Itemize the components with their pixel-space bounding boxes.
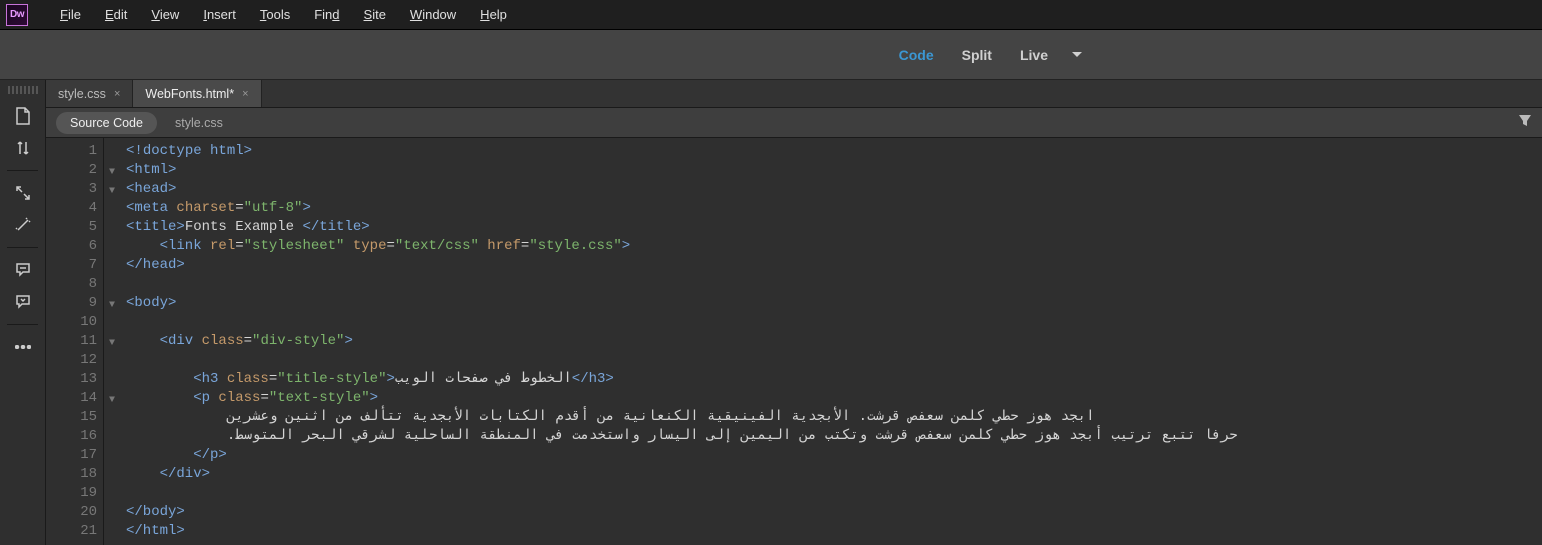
line-number: 5 (46, 218, 101, 237)
related-file-stylecss[interactable]: style.css (175, 116, 223, 130)
code-line: <body> (126, 294, 1542, 313)
view-tab-split[interactable]: Split (950, 41, 1004, 69)
fold-icon[interactable]: ▼ (109, 334, 115, 353)
code-line: </p> (126, 446, 1542, 465)
line-number: 11▼ (46, 332, 101, 351)
rail-separator (7, 170, 39, 171)
menu-view[interactable]: View (139, 0, 191, 29)
menu-insert[interactable]: Insert (191, 0, 248, 29)
code-line: <html> (126, 161, 1542, 180)
close-icon[interactable]: × (242, 88, 248, 100)
line-number: 7 (46, 256, 101, 275)
line-number: 12 (46, 351, 101, 370)
menu-bar: Dw File Edit View Insert Tools Find Site… (0, 0, 1542, 30)
code-line (126, 313, 1542, 332)
collapse-icon[interactable] (9, 288, 37, 316)
line-number: 1 (46, 142, 101, 161)
code-line (126, 351, 1542, 370)
fold-icon[interactable]: ▼ (109, 296, 115, 315)
code-line: <link rel="stylesheet" type="text/css" h… (126, 237, 1542, 256)
code-line: <h3 class="title-style">الخطوط في صفحات … (126, 370, 1542, 389)
line-number: 19 (46, 484, 101, 503)
file-tab-label: style.css (58, 87, 106, 101)
source-code-pill[interactable]: Source Code (56, 112, 157, 134)
updown-icon[interactable] (9, 134, 37, 162)
code-line: </body> (126, 503, 1542, 522)
gutter: 1 2▼ 3▼ 4 5 6 7 8 9▼ 10 11▼ 12 13 14▼ 15… (46, 138, 104, 545)
content-area: style.css × WebFonts.html* × Source Code… (0, 80, 1542, 545)
fold-icon[interactable]: ▼ (109, 391, 115, 410)
chevron-down-icon[interactable] (1072, 52, 1082, 57)
menu-window[interactable]: Window (398, 0, 468, 29)
app-logo: Dw (6, 4, 28, 26)
line-number: 18 (46, 465, 101, 484)
filter-icon[interactable] (1518, 114, 1532, 131)
source-bar: Source Code style.css (46, 108, 1542, 138)
line-number: 4 (46, 199, 101, 218)
comment-icon[interactable] (9, 256, 37, 284)
line-number: 21 (46, 522, 101, 541)
main-panel: style.css × WebFonts.html* × Source Code… (46, 80, 1542, 545)
code-line: <meta charset="utf-8"> (126, 199, 1542, 218)
code-line: ابجد هوز حطي كلمن سعفص قرشت. الأبجدية ال… (126, 408, 1542, 427)
line-number: 20 (46, 503, 101, 522)
code-line: </head> (126, 256, 1542, 275)
line-number: 6 (46, 237, 101, 256)
code-body[interactable]: <!doctype html> <html> <head> <meta char… (104, 138, 1542, 545)
file-tab-label: WebFonts.html* (145, 87, 234, 101)
expand-icon[interactable] (9, 179, 37, 207)
code-line: </html> (126, 522, 1542, 541)
code-line: </div> (126, 465, 1542, 484)
rail-handle[interactable] (8, 86, 38, 94)
rail-separator (7, 324, 39, 325)
menu-site[interactable]: Site (352, 0, 398, 29)
code-line (126, 484, 1542, 503)
code-line: <div class="div-style"> (126, 332, 1542, 351)
code-line: <!doctype html> (126, 142, 1542, 161)
close-icon[interactable]: × (114, 88, 120, 100)
line-number: 13 (46, 370, 101, 389)
line-number: 9▼ (46, 294, 101, 313)
code-line: .حرفا تتبع ترتيب أبجد هوز حطي كلمن سعفص … (126, 427, 1542, 446)
left-rail (0, 80, 46, 545)
view-tab-live[interactable]: Live (1008, 41, 1060, 69)
more-icon[interactable] (9, 333, 37, 361)
line-number: 16 (46, 427, 101, 446)
code-line: <p class="text-style"> (126, 389, 1542, 408)
file-tab-webfonts[interactable]: WebFonts.html* × (133, 80, 261, 107)
file-tabs: style.css × WebFonts.html* × (46, 80, 1542, 108)
view-tab-code[interactable]: Code (887, 41, 946, 69)
file-tab-stylecss[interactable]: style.css × (46, 80, 133, 107)
view-tabs: Code Split Live (887, 41, 1082, 69)
line-number: 14▼ (46, 389, 101, 408)
menu-tools[interactable]: Tools (248, 0, 302, 29)
menu-find[interactable]: Find (302, 0, 351, 29)
fold-icon[interactable]: ▼ (109, 163, 115, 182)
code-line: <title>Fonts Example </title> (126, 218, 1542, 237)
code-line: <head> (126, 180, 1542, 199)
line-number: 8 (46, 275, 101, 294)
line-number: 17 (46, 446, 101, 465)
menu-edit[interactable]: Edit (93, 0, 139, 29)
menu-help[interactable]: Help (468, 0, 519, 29)
code-line (126, 275, 1542, 294)
code-editor[interactable]: 1 2▼ 3▼ 4 5 6 7 8 9▼ 10 11▼ 12 13 14▼ 15… (46, 138, 1542, 545)
line-number: 2▼ (46, 161, 101, 180)
wand-icon[interactable] (9, 211, 37, 239)
line-number: 15 (46, 408, 101, 427)
toolbar: Code Split Live (0, 30, 1542, 80)
line-number: 10 (46, 313, 101, 332)
fold-icon[interactable]: ▼ (109, 182, 115, 201)
menu-file[interactable]: File (48, 0, 93, 29)
rail-separator (7, 247, 39, 248)
file-icon[interactable] (9, 102, 37, 130)
line-number: 3▼ (46, 180, 101, 199)
